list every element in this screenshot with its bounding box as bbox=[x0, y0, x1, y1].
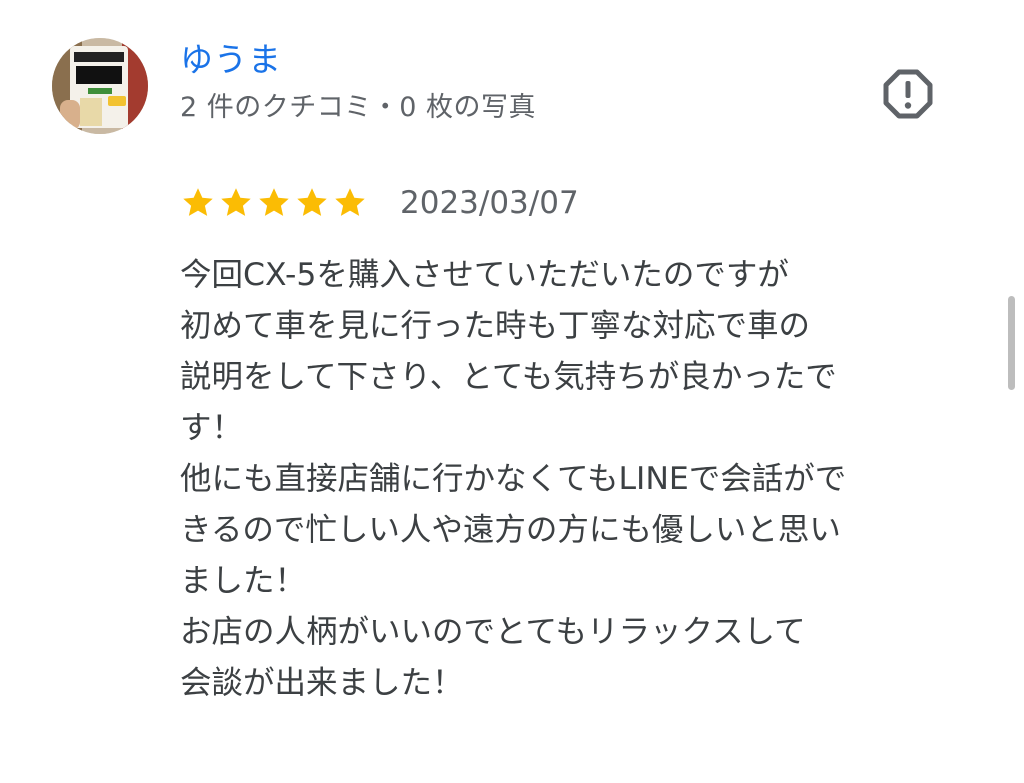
report-flag-icon bbox=[883, 69, 933, 119]
review-text: 今回CX-5を購入させていただいたのですが 初めて車を見に行った時も丁寧な対応で車… bbox=[180, 250, 980, 709]
review-text-line: す！ bbox=[180, 410, 244, 446]
reviewer-name[interactable]: ゆうま bbox=[180, 38, 282, 82]
review-text-line: 説明をして下さり、とても気持ちが良かったで bbox=[180, 359, 837, 395]
star-rating bbox=[180, 185, 368, 221]
review-text-line: 初めて車を見に行った時も丁寧な対応で車の bbox=[180, 308, 811, 344]
rating-row: 2023/03/07 bbox=[180, 180, 579, 226]
review-text-line: お店の人柄がいいのでとてもリラックスして bbox=[180, 614, 806, 650]
reviewer-avatar[interactable] bbox=[52, 38, 148, 134]
star-icon bbox=[335, 188, 365, 216]
star-icon bbox=[297, 188, 327, 216]
star-icon bbox=[259, 188, 289, 216]
review-text-line: 他にも直接店舗に行かなくてもLINEで会話がで bbox=[180, 461, 847, 497]
star-icon bbox=[183, 188, 213, 216]
review-text-line: 今回CX-5を購入させていただいたのですが bbox=[180, 257, 789, 293]
review-text-line: 会談が出来ました！ bbox=[180, 665, 464, 701]
report-review-button[interactable] bbox=[880, 66, 936, 122]
review-text-line: きるので忙しい人や遠方の方にも優しいと思い bbox=[180, 512, 841, 548]
review-text-line: ました！ bbox=[180, 563, 307, 599]
review-date: 2023/03/07 bbox=[400, 185, 579, 221]
star-icon bbox=[221, 188, 251, 216]
avatar-image bbox=[52, 38, 148, 134]
scrollbar-thumb[interactable] bbox=[1008, 296, 1015, 390]
reviewer-stats: 2 件のクチコミ・0 枚の写真 bbox=[180, 92, 537, 123]
